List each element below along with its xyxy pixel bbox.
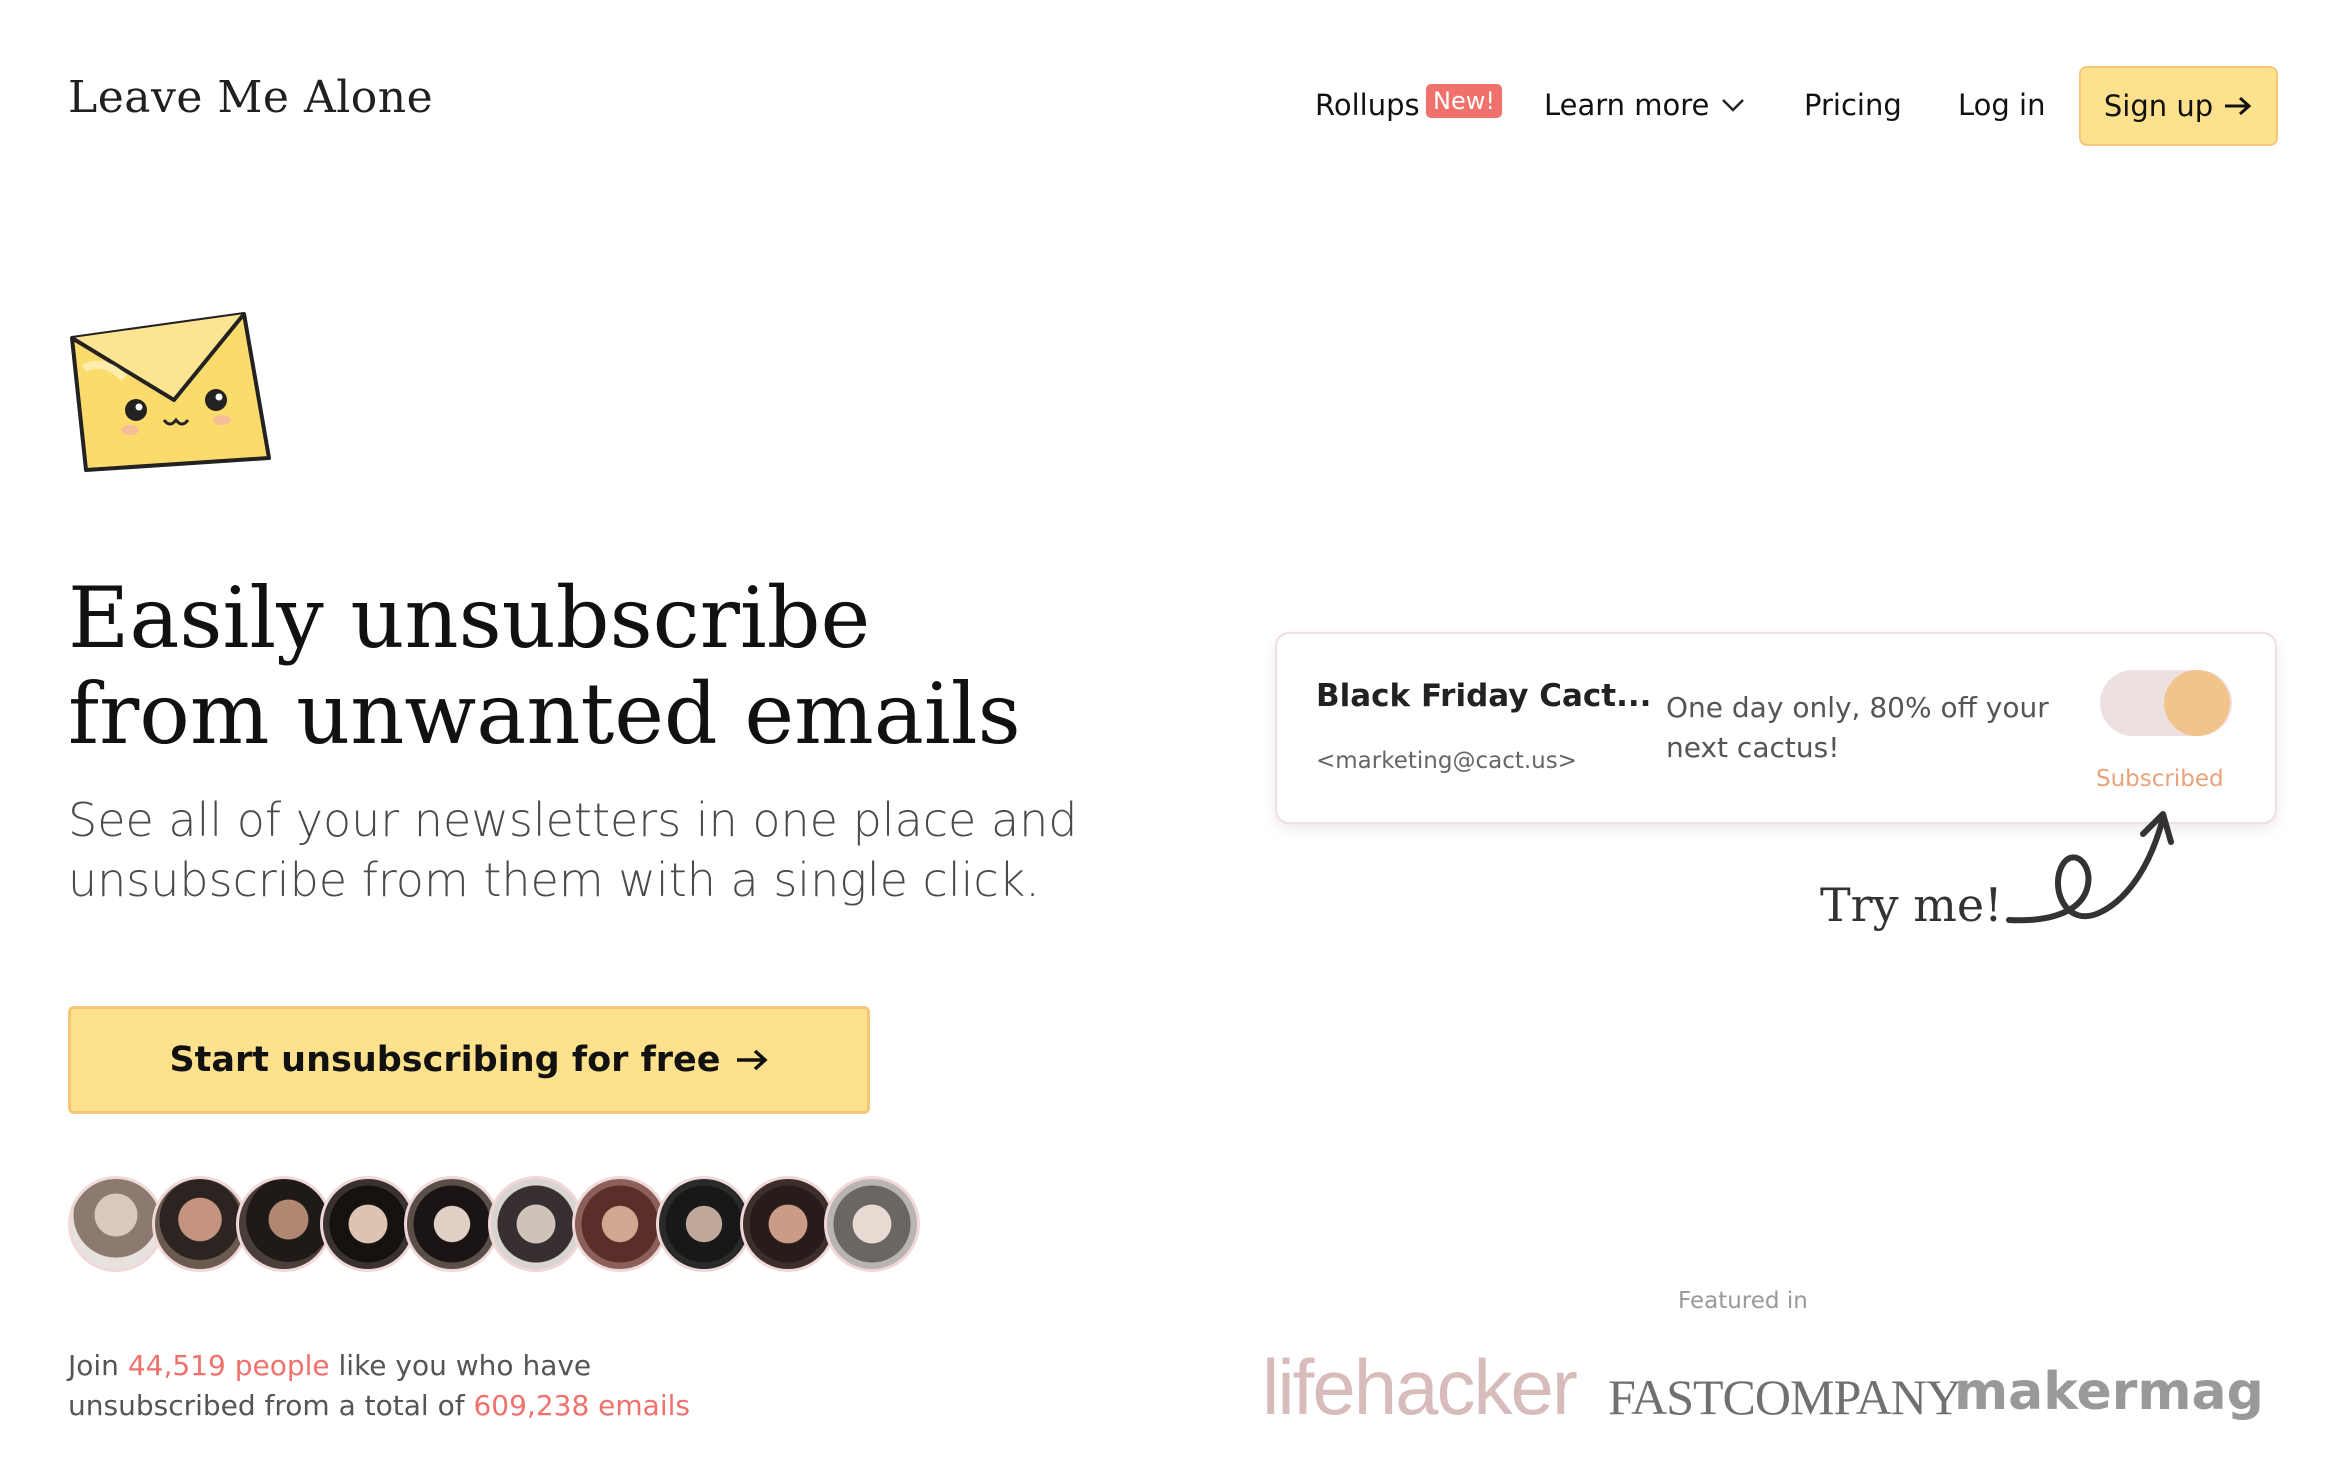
card-message-line-1: One day only, 80% off your (1666, 691, 2049, 724)
sign-up-label: Sign up (2103, 89, 2214, 123)
join-line-1: Join 44,519 people like you who have (68, 1346, 690, 1386)
card-sender-name: Black Friday Cact... (1316, 678, 1652, 714)
user-avatars (68, 1176, 920, 1272)
card-sender-email: <marketing@cact.us> (1316, 748, 1578, 774)
subhead-line-2: unsubscribe from them with a single clic… (68, 853, 1040, 907)
avatar (740, 1176, 836, 1272)
logo[interactable]: Leave Me Alone (68, 72, 433, 123)
join-line-2-prefix: unsubscribed from a total of (68, 1389, 474, 1422)
avatar (656, 1176, 752, 1272)
arrow-right-icon (736, 1049, 768, 1071)
avatar (68, 1176, 164, 1272)
toggle-knob[interactable] (2164, 670, 2230, 736)
hero-subheading: See all of your newsletters in one place… (68, 790, 1078, 910)
avatar (320, 1176, 416, 1272)
nav-pricing[interactable]: Pricing (1804, 88, 1902, 122)
sign-up-button[interactable]: Sign up (2079, 66, 2278, 146)
new-badge: New! (1426, 84, 1502, 118)
avatar (404, 1176, 500, 1272)
nav-learn-more[interactable]: Learn more (1544, 88, 1745, 122)
cta-label: Start unsubscribing for free (169, 1040, 721, 1080)
emails-count: 609,238 emails (473, 1389, 690, 1422)
try-me-hint: Try me! (1820, 878, 2003, 932)
people-count: 44,519 people (127, 1349, 330, 1382)
avatar (152, 1176, 248, 1272)
featured-in-label: Featured in (1678, 1288, 1808, 1314)
headline-line-1: Easily unsubscribe (68, 569, 871, 667)
join-line-2: unsubscribed from a total of 609,238 ema… (68, 1386, 690, 1426)
makermag-logo[interactable]: makermag (1954, 1362, 2264, 1422)
card-message-line-2: next cactus! (1666, 731, 1840, 764)
avatar (236, 1176, 332, 1272)
join-prefix: Join (68, 1349, 128, 1382)
arrow-right-icon (2225, 96, 2252, 116)
nav-log-in[interactable]: Log in (1958, 88, 2045, 122)
start-unsubscribing-button[interactable]: Start unsubscribing for free (68, 1006, 870, 1114)
headline-line-2: from unwanted emails (68, 665, 1021, 763)
social-proof-text: Join 44,519 people like you who have uns… (68, 1346, 690, 1426)
nav-rollups[interactable]: Rollups (1315, 88, 1420, 122)
hero-headline: Easily unsubscribe from unwanted emails (68, 570, 1021, 762)
envelope-mascot-icon (70, 312, 271, 472)
avatar (488, 1176, 584, 1272)
lifehacker-logo[interactable]: lifehacker (1262, 1342, 1578, 1433)
join-mid: like you who have (329, 1349, 592, 1382)
subhead-line-1: See all of your newsletters in one place… (68, 793, 1078, 847)
avatar (824, 1176, 920, 1272)
chevron-down-icon (1722, 99, 1745, 112)
toggle-status-label: Subscribed (2096, 766, 2224, 792)
nav-learn-more-label: Learn more (1544, 88, 1710, 122)
avatar (572, 1176, 668, 1272)
curly-arrow-icon (2006, 811, 2174, 924)
fastcompany-logo[interactable]: FASTCOMPANY (1608, 1368, 1962, 1426)
card-message: One day only, 80% off your next cactus! (1666, 688, 2086, 768)
